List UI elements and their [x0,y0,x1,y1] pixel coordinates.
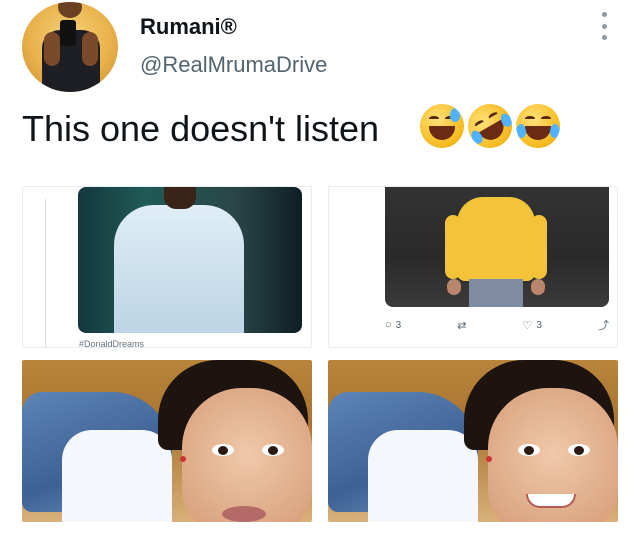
like-action: ♡ 3 [523,319,542,332]
reply-count: 3 [395,319,402,331]
avatar[interactable] [22,2,118,92]
tears-of-joy-emoji-icon [516,104,560,148]
reply-action: ○ 3 [385,319,401,331]
media-image-4[interactable] [328,360,618,522]
face-pout [182,388,312,522]
retweet-icon: ⇄ [457,319,467,332]
share-action: ⤴ [598,317,609,333]
media-image-3[interactable] [22,360,312,522]
kid-photo [385,187,609,307]
tweet-text: This one doesn't listen [22,108,380,149]
grinning-sweat-emoji-icon [420,104,464,148]
emoji-row [420,95,560,157]
retweet-action: ⇄ [457,319,466,332]
user-handle[interactable]: @RealMrumaDrive [140,52,327,78]
heart-icon: ♡ [522,319,533,332]
media-image-2[interactable]: ○ 3 ⇄ ♡ 3 ⤴ [328,186,618,348]
more-options-icon[interactable] [596,12,612,40]
man-photo [78,187,302,333]
display-name[interactable]: Rumani® [140,14,237,40]
image-caption: #DonaldDreams [79,339,145,348]
face-smile [488,388,618,522]
media-image-1[interactable]: #DonaldDreams [22,186,312,348]
reply-icon: ○ [385,319,392,331]
rolling-on-floor-laughing-emoji-icon [459,95,521,157]
share-icon: ⤴ [597,320,609,332]
like-count: 3 [536,319,542,331]
embedded-action-bar: ○ 3 ⇄ ♡ 3 ⤴ [385,317,609,333]
